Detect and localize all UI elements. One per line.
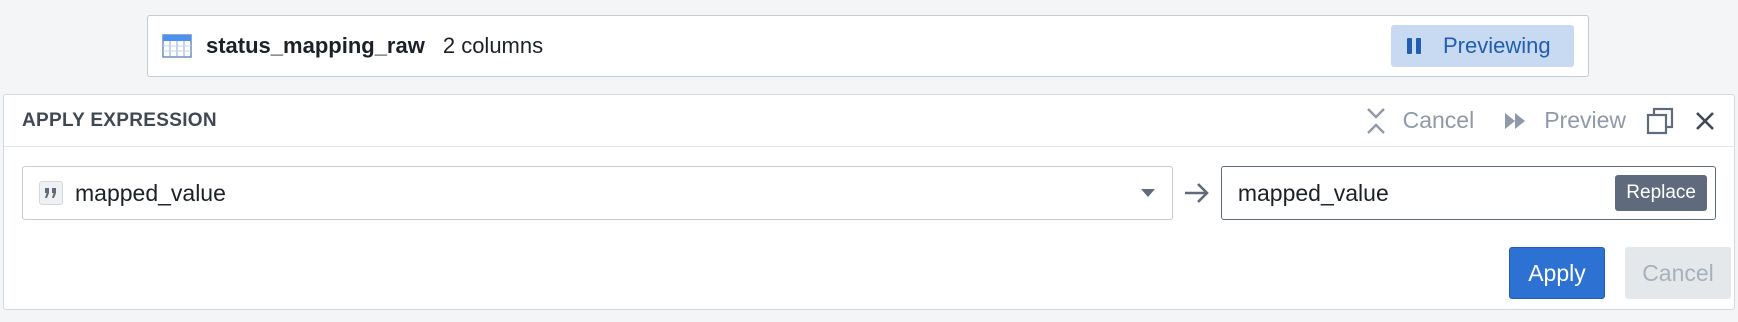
expression-row: mapped_value mapped_value Replace <box>22 166 1716 220</box>
cancel-button[interactable]: Cancel <box>1625 247 1731 299</box>
footer-actions: Apply Cancel <box>1509 247 1731 299</box>
apply-button[interactable]: Apply <box>1509 247 1605 299</box>
header-cancel-button[interactable]: Cancel <box>1365 107 1475 135</box>
panel-title: APPLY EXPRESSION <box>22 109 217 131</box>
caret-down-icon <box>1140 188 1156 198</box>
fast-forward-icon <box>1505 112 1526 129</box>
column-count: 2 columns <box>442 33 544 58</box>
collapse-icon <box>1366 107 1385 134</box>
output-column-value[interactable]: mapped_value <box>1238 180 1615 207</box>
string-quote-icon <box>39 181 63 205</box>
dataset-name: status_mapping_raw <box>206 33 425 58</box>
header-cancel-label: Cancel <box>1402 107 1475 133</box>
dataset-header: status_mapping_raw 2 columns Previewing <box>147 15 1589 77</box>
input-column-value: mapped_value <box>75 179 226 206</box>
input-column-select[interactable]: mapped_value <box>22 166 1173 220</box>
table-icon <box>162 34 192 58</box>
replace-tag[interactable]: Replace <box>1615 175 1707 211</box>
previewing-button[interactable]: Previewing <box>1391 25 1574 67</box>
apply-expression-panel: APPLY EXPRESSION Cancel Preview mapped_v… <box>3 94 1735 310</box>
previewing-label: Previewing <box>1443 33 1551 58</box>
pause-icon <box>1405 36 1423 56</box>
header-preview-button[interactable]: Preview <box>1504 107 1626 134</box>
arrow-right-icon <box>1173 181 1221 205</box>
close-icon[interactable] <box>1694 110 1716 132</box>
panel-header: APPLY EXPRESSION Cancel Preview <box>4 95 1734 147</box>
output-column-input[interactable]: mapped_value Replace <box>1220 166 1716 220</box>
duplicate-icon[interactable] <box>1646 107 1674 135</box>
header-preview-label: Preview <box>1544 107 1626 133</box>
